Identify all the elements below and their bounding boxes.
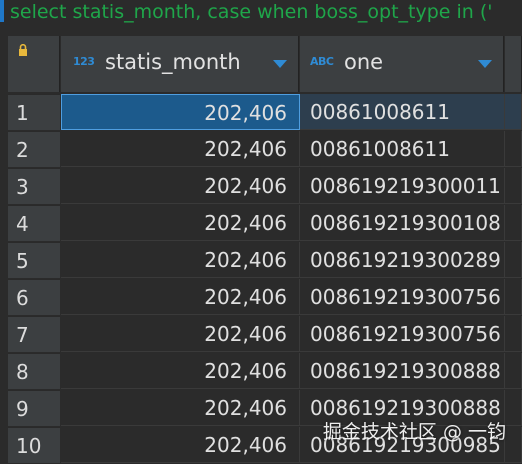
cell-one[interactable]: 008619219300011 xyxy=(300,168,505,204)
result-grid[interactable]: 123 statis_month ABC one 1 202,406 0086100… xyxy=(0,30,522,463)
table-row[interactable]: 7 202,406 008619219300756 xyxy=(0,316,522,352)
cell-one[interactable]: 008619219300756 xyxy=(300,279,505,315)
table-row[interactable]: 3 202,406 008619219300011 xyxy=(0,168,522,204)
row-number[interactable]: 10 xyxy=(8,427,60,463)
table-row[interactable]: 4 202,406 008619219300108 xyxy=(0,205,522,241)
cell-statis-month[interactable]: 202,406 xyxy=(61,94,300,130)
table-row[interactable]: 5 202,406 008619219300289 xyxy=(0,242,522,278)
sql-editor-line[interactable]: select statis_month, case when boss_opt_… xyxy=(0,0,522,30)
row-number[interactable]: 3 xyxy=(8,168,60,204)
number-type-icon: 123 xyxy=(73,55,95,68)
row-number[interactable]: 8 xyxy=(8,353,60,389)
sort-arrow-icon[interactable] xyxy=(478,60,492,68)
cell-overflow xyxy=(505,94,522,130)
cell-statis-month[interactable]: 202,406 xyxy=(61,131,300,167)
cell-statis-month[interactable]: 202,406 xyxy=(61,168,300,204)
cell-overflow xyxy=(505,168,522,204)
watermark: 掘金技术社区 @ 一钧 xyxy=(322,421,506,443)
row-number[interactable]: 6 xyxy=(8,279,60,315)
cell-statis-month[interactable]: 202,406 xyxy=(61,353,300,389)
cell-overflow xyxy=(505,390,522,426)
column-header-one[interactable]: ABC one xyxy=(300,36,504,92)
table-row[interactable]: 1 202,406 00861008611 xyxy=(0,94,522,130)
cell-overflow xyxy=(505,279,522,315)
cell-statis-month[interactable]: 202,406 xyxy=(61,390,300,426)
cell-statis-month[interactable]: 202,406 xyxy=(61,205,300,241)
row-number[interactable]: 1 xyxy=(8,94,60,130)
cell-statis-month[interactable]: 202,406 xyxy=(61,279,300,315)
cell-statis-month[interactable]: 202,406 xyxy=(61,242,300,278)
cell-statis-month[interactable]: 202,406 xyxy=(61,316,300,352)
cell-overflow xyxy=(505,316,522,352)
column-header-overflow xyxy=(505,36,522,92)
row-number[interactable]: 9 xyxy=(8,390,60,426)
cell-statis-month[interactable]: 202,406 xyxy=(61,427,300,463)
row-number[interactable]: 2 xyxy=(8,131,60,167)
cell-overflow xyxy=(505,205,522,241)
header-corner[interactable] xyxy=(8,36,60,92)
cell-one[interactable]: 008619219300888 xyxy=(300,353,505,389)
cell-overflow xyxy=(505,242,522,278)
cell-one[interactable]: 00861008611 xyxy=(300,131,505,167)
sql-query-text[interactable]: select statis_month, case when boss_opt_… xyxy=(10,1,493,23)
row-number[interactable]: 4 xyxy=(8,205,60,241)
cell-overflow xyxy=(505,353,522,389)
sort-arrow-icon[interactable] xyxy=(273,60,287,68)
row-number[interactable]: 5 xyxy=(8,242,60,278)
cell-overflow xyxy=(505,131,522,167)
column-name: statis_month xyxy=(105,50,241,74)
grid-header: 123 statis_month ABC one xyxy=(0,36,522,92)
cell-one[interactable]: 00861008611 xyxy=(300,94,505,130)
row-number[interactable]: 7 xyxy=(8,316,60,352)
table-row[interactable]: 2 202,406 00861008611 xyxy=(0,131,522,167)
lock-icon xyxy=(19,44,27,56)
editor-edge-marker xyxy=(0,0,4,22)
cell-one[interactable]: 008619219300289 xyxy=(300,242,505,278)
table-row[interactable]: 6 202,406 008619219300756 xyxy=(0,279,522,315)
cell-overflow xyxy=(505,427,522,463)
column-header-statis-month[interactable]: 123 statis_month xyxy=(61,36,299,92)
column-name: one xyxy=(344,50,384,74)
table-row[interactable]: 8 202,406 008619219300888 xyxy=(0,353,522,389)
cell-one[interactable]: 008619219300108 xyxy=(300,205,505,241)
cell-one[interactable]: 008619219300756 xyxy=(300,316,505,352)
string-type-icon: ABC xyxy=(310,55,334,68)
